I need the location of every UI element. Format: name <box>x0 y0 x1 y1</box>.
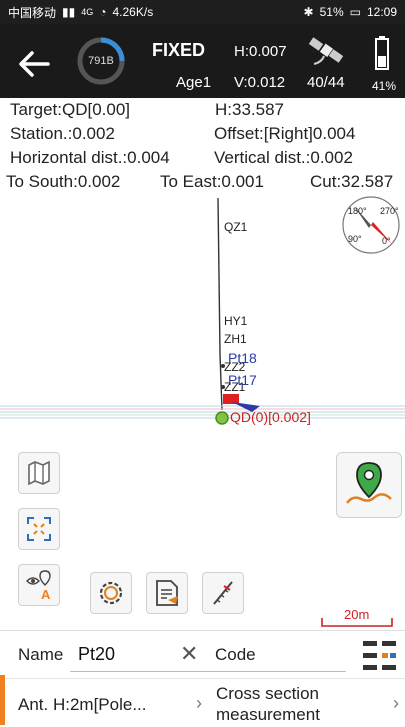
status-bar: 中国移动 ▮▮ 4G ◔ 4.26K/s ✱ 51% ▭ 12:09 <box>0 0 405 24</box>
code-label: Code <box>215 645 256 664</box>
alignment-line <box>217 197 223 411</box>
stakeout-info: Target:QD[0.00] H:33.587 Station.:0.002 … <box>0 98 405 194</box>
antenna-mode-row: Ant. H:2m[Pole... › Cross section measur… <box>0 679 405 727</box>
map-label-qd: QD(0)[0.002] <box>230 409 311 425</box>
clock: 12:09 <box>366 5 397 19</box>
compass-label-270: 270° <box>380 206 399 216</box>
report-button[interactable] <box>146 572 188 614</box>
code-input[interactable] <box>206 671 346 672</box>
measurement-mode-selector[interactable]: Cross section measurement <box>216 683 376 725</box>
location-pin-icon <box>346 462 392 504</box>
network-type: 4G <box>81 7 94 17</box>
gear-icon <box>99 581 123 605</box>
map-graphics <box>0 197 405 425</box>
name-input-underline <box>70 671 210 672</box>
cut-label: Cut:32.587 <box>310 172 394 191</box>
map-canvas[interactable]: QZ1 HY1 ZH1 Pt18 ZZ2 Pt17 ZZ1 QD(0)[0.00… <box>0 194 405 624</box>
signal-icon: ▮▮ <box>62 5 76 19</box>
compass-label-0: 0° <box>382 236 391 246</box>
svg-text:A: A <box>41 587 51 601</box>
chevron-right-icon[interactable]: › <box>196 693 202 714</box>
height-label: H:33.587 <box>215 100 284 119</box>
network-speed: 4.26K/s <box>112 5 154 19</box>
receiver-battery-icon <box>375 36 389 70</box>
battery-label: 51% <box>319 5 344 19</box>
map-layers-button[interactable] <box>18 452 60 494</box>
antenna-height-selector[interactable]: Ant. H:2m[Pole... <box>18 695 147 715</box>
back-arrow-icon[interactable] <box>14 44 54 84</box>
zoom-extent-icon <box>27 517 51 541</box>
map-label-hy1: HY1 <box>224 314 248 328</box>
battery-icon: ▭ <box>349 5 361 19</box>
map-layers-icon <box>28 460 50 486</box>
compass-label-90: 90° <box>348 234 362 244</box>
compass[interactable]: 180° 270° 90° 0° <box>340 194 402 256</box>
map-label-zz1: ZZ1 <box>224 380 246 394</box>
survey-header: 791B FIXED Age1 H:0.007 V:0.012 40/44 41… <box>0 24 405 98</box>
compass-label-180: 180° <box>348 206 367 216</box>
measure-button[interactable] <box>202 572 244 614</box>
qd-point-marker <box>215 411 229 425</box>
settings-button[interactable] <box>90 572 132 614</box>
locate-me-button[interactable] <box>336 452 402 518</box>
ruler-pencil-icon <box>213 581 233 605</box>
scale-label: 20m <box>344 607 370 622</box>
code-list-icon[interactable] <box>362 639 398 673</box>
offset-label: Offset:[Right]0.004 <box>214 124 356 143</box>
zoom-extent-button[interactable] <box>18 508 60 550</box>
satellite-count: 40/44 <box>307 74 345 91</box>
vertical-dist-label: Vertical dist.:0.002 <box>214 148 353 167</box>
data-age-value: 791B <box>88 55 114 67</box>
solution-status: FIXED <box>152 40 206 60</box>
map-label-zh1: ZH1 <box>224 332 247 346</box>
map-label-qz1: QZ1 <box>224 220 248 234</box>
locate-label-icon: A <box>26 570 51 601</box>
horizontal-dist-label: Horizontal dist.:0.004 <box>10 148 170 167</box>
wifi-icon: ◔ <box>99 5 107 19</box>
clear-icon[interactable]: ✕ <box>180 641 198 667</box>
compass-icon <box>342 196 400 254</box>
bluetooth-icon: ✱ <box>303 5 314 19</box>
carrier-label: 中国移动 <box>8 5 57 20</box>
chevron-right-icon[interactable]: › <box>393 693 399 714</box>
document-list-icon <box>156 580 178 606</box>
satellite-icon[interactable] <box>308 34 346 68</box>
v-precision: V:0.012 <box>234 74 286 91</box>
station-label: Station.:0.002 <box>10 124 115 143</box>
age-label: Age1 <box>176 74 212 91</box>
receiver-battery-percent: 41% <box>372 79 397 93</box>
target-label: Target:QD[0.00] <box>10 100 131 119</box>
to-south-label: To South:0.002 <box>6 172 121 191</box>
name-code-row: Name Pt20 ✕ Code <box>0 631 405 679</box>
to-east-label: To East:0.001 <box>160 172 264 191</box>
rover-marker <box>223 394 239 404</box>
name-input[interactable]: Pt20 <box>78 644 115 665</box>
h-precision: H:0.007 <box>234 43 287 60</box>
locate-label-button[interactable]: A <box>18 564 60 606</box>
name-label: Name <box>18 645 64 664</box>
point-input-panel: Name Pt20 ✕ Code Ant. H:2m[Pole... › Cro… <box>0 630 405 727</box>
